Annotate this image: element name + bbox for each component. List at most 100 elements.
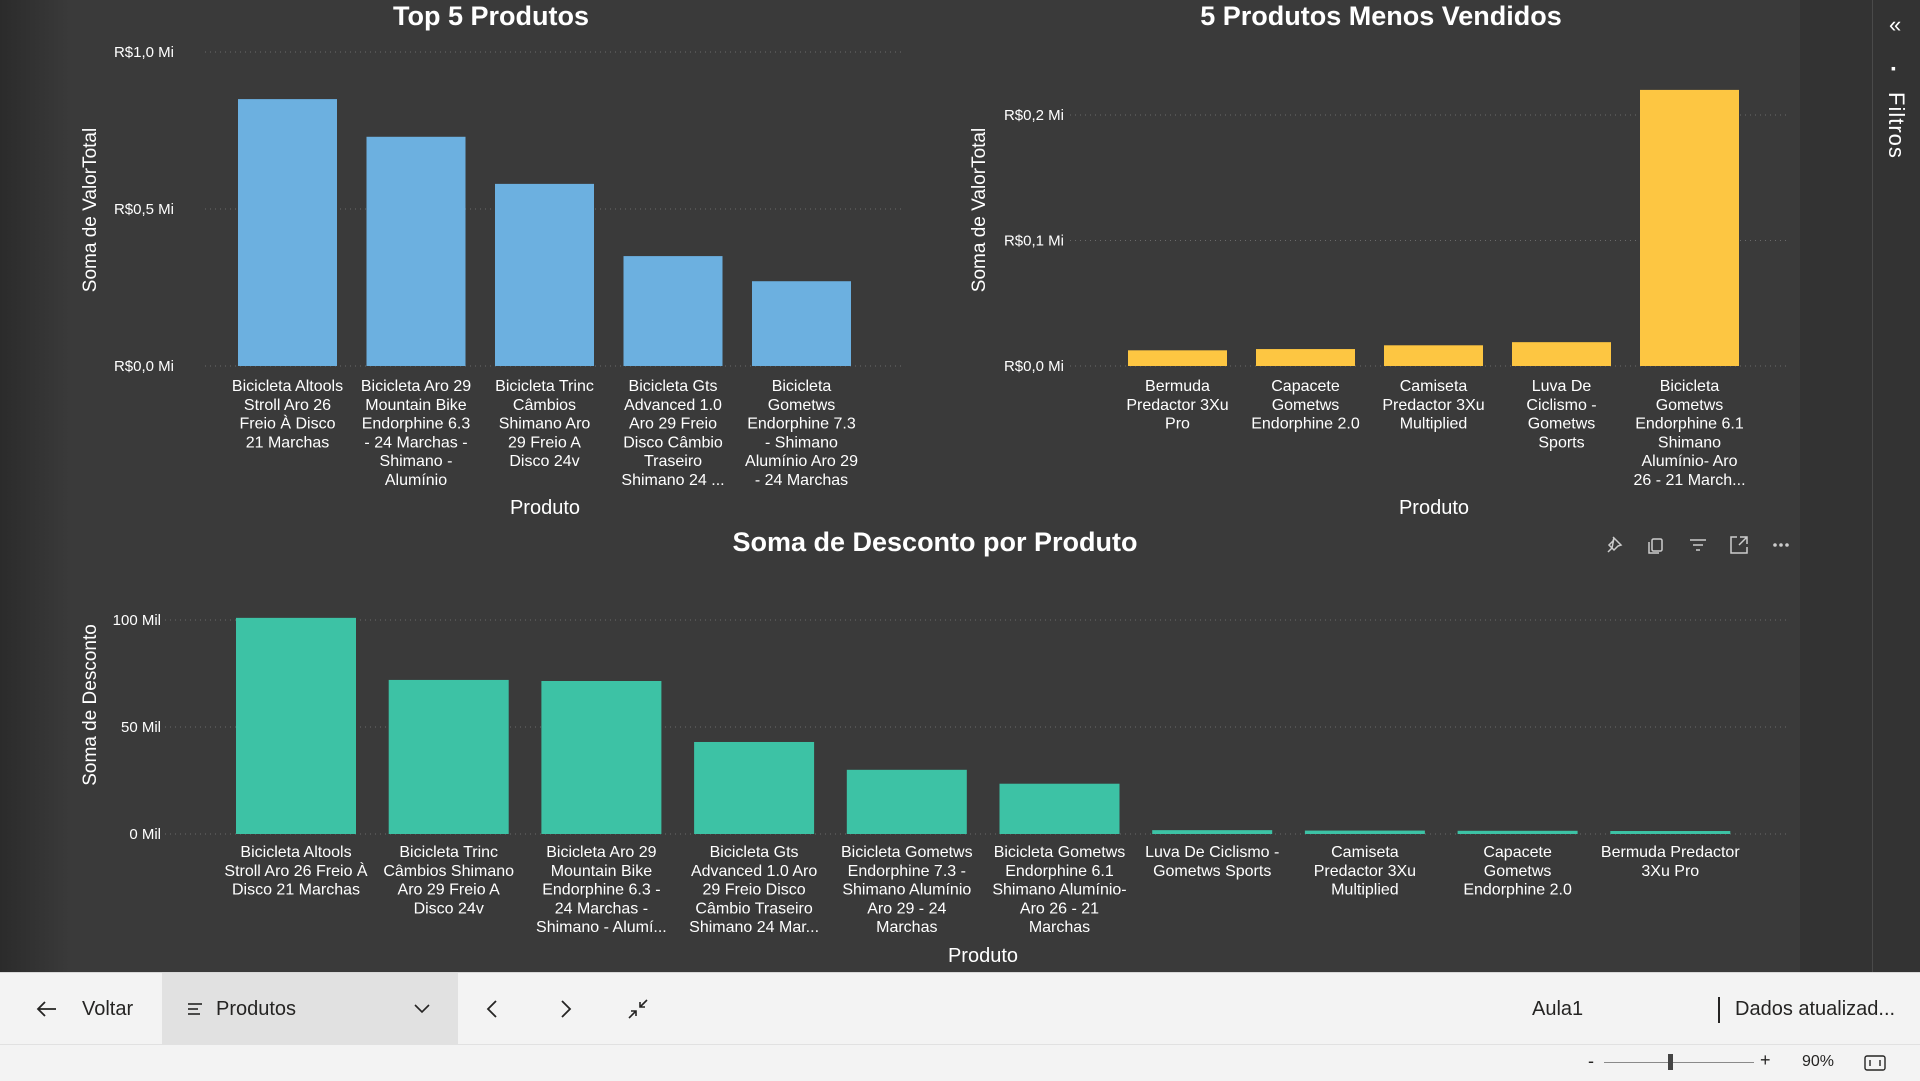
bar[interactable] xyxy=(1152,830,1273,834)
page-selector[interactable]: Produtos xyxy=(162,973,458,1045)
collapse-pane-icon[interactable]: « xyxy=(1889,12,1901,38)
y-ticks: R$0,0 Mi R$0,1 Mi R$0,2 Mi xyxy=(1004,107,1064,375)
x-tick-label: Bicicleta Gts Advanced 1.0 Aro 29 Freio Dis… xyxy=(621,378,724,489)
copy-icon[interactable] xyxy=(1648,538,1663,554)
bar[interactable] xyxy=(1384,345,1483,366)
more-options-icon[interactable] xyxy=(1773,543,1789,547)
bottom-navigation-bar: Voltar Produtos Aula1 Dados atualizad... xyxy=(0,972,1920,1045)
back-label: Voltar xyxy=(82,997,134,1020)
x-tick-label: Bicicleta Gometws Endorphine 7.3- Shimano A… xyxy=(745,378,858,489)
filters-pane[interactable]: « ▪ Filtros xyxy=(1872,0,1920,972)
arrow-left-icon xyxy=(36,1001,56,1017)
chart-title: Soma de Desconto por Produto xyxy=(732,527,1137,557)
x-tick-label: Camiseta Predactor 3Xu Multiplied xyxy=(1382,378,1484,433)
bar[interactable] xyxy=(238,99,337,366)
y-tick-label: R$0,5 Mi xyxy=(114,201,174,218)
x-tick-label: Bicicleta Trinc Câmbios Shimano Aro 29 Fre… xyxy=(383,844,514,917)
bar[interactable] xyxy=(366,136,466,366)
x-tick-label: Bicicleta Trinc Câmbios Shimano Aro 29 Frei… xyxy=(495,378,594,470)
x-axis-title: Produto xyxy=(510,497,580,519)
bar[interactable] xyxy=(752,281,851,366)
data-refresh-status[interactable]: Dados atualizad... xyxy=(1735,973,1895,1045)
zoom-slider-thumb[interactable] xyxy=(1668,1054,1673,1070)
next-page-button[interactable] xyxy=(560,973,572,1045)
discount-by-product-chart[interactable]: Soma de Desconto por Produto Soma de Des… xyxy=(80,527,1790,967)
zoom-slider[interactable] xyxy=(1604,1062,1754,1063)
bar[interactable] xyxy=(495,183,594,366)
bar[interactable] xyxy=(999,783,1120,834)
chart-title: Top 5 Produtos xyxy=(393,1,589,31)
x-tick-label: Bicicleta Altools Stroll Aro 26 Freio À Di… xyxy=(232,378,343,451)
x-tick-label: Bicicleta Aro 29 Mountain Bike Endorphine … xyxy=(361,378,471,489)
least-sold-products-chart[interactable]: 5 Produtos Menos Vendidos Soma de ValorT… xyxy=(969,1,1790,519)
y-axis-title: Soma de Desconto xyxy=(80,624,101,786)
bar[interactable] xyxy=(1457,830,1578,834)
y-tick-label: 100 Mil xyxy=(113,612,161,629)
chart-title: 5 Produtos Menos Vendidos xyxy=(1200,1,1562,31)
bars xyxy=(236,617,1731,834)
x-tick-label: Bicicleta Altools Stroll Aro 26 Freio À Di… xyxy=(224,844,368,899)
visual-header xyxy=(1607,536,1789,554)
top-products-chart[interactable]: Top 5 Produtos Soma de ValorTotal Produt… xyxy=(80,1,905,519)
y-ticks: 0 Mil 50 Mil 100 Mil xyxy=(113,612,161,843)
x-tick-label: Luva De Ciclismo -Gometws Sports xyxy=(1145,844,1279,880)
pin-icon[interactable] xyxy=(1607,536,1623,553)
zoom-out-button[interactable]: - xyxy=(1588,1051,1594,1072)
page-name: Produtos xyxy=(216,997,297,1020)
divider xyxy=(1718,997,1720,1023)
x-labels: Bermuda Predactor 3Xu Pro Capacete Gometws En… xyxy=(1126,378,1745,489)
bar[interactable] xyxy=(623,256,723,366)
previous-page-button[interactable] xyxy=(486,973,498,1045)
chevron-left-icon xyxy=(486,1000,497,1018)
x-tick-label: Bermuda Predactor 3Xu Pro xyxy=(1126,378,1228,433)
bar[interactable] xyxy=(1256,349,1355,366)
fit-to-page-icon[interactable] xyxy=(1864,1055,1886,1071)
zoom-in-button[interactable]: + xyxy=(1760,1050,1771,1071)
y-tick-label: R$0,1 Mi xyxy=(1004,233,1064,250)
y-tick-label: R$0,0 Mi xyxy=(114,358,174,375)
bars xyxy=(238,99,851,366)
focus-mode-icon[interactable] xyxy=(1730,536,1748,554)
bar[interactable] xyxy=(846,769,967,834)
y-tick-label: R$0,2 Mi xyxy=(1004,107,1064,124)
bar[interactable] xyxy=(1610,831,1731,834)
back-button[interactable]: Voltar xyxy=(36,973,133,1045)
status-bar: - + 90% xyxy=(0,1044,1920,1081)
x-labels: Bicicleta Altools Stroll Aro 26 Freio À Di… xyxy=(232,378,858,489)
x-tick-label: Camiseta Predactor 3Xu Multiplied xyxy=(1314,844,1416,899)
y-axis-title: Soma de ValorTotal xyxy=(969,128,990,292)
bar[interactable] xyxy=(236,617,356,834)
x-axis-title: Produto xyxy=(948,945,1018,967)
x-tick-label: Bicicleta Gts Advanced 1.0 Aro 29 Freio Di… xyxy=(689,844,819,936)
y-tick-label: R$0,0 Mi xyxy=(1004,358,1064,375)
x-labels: Bicicleta Altools Stroll Aro 26 Freio À Di… xyxy=(224,844,1740,936)
y-tick-label: R$1,0 Mi xyxy=(114,44,174,61)
charts-svg: Top 5 Produtos Soma de ValorTotal Produt… xyxy=(80,1,1790,967)
zoom-level[interactable]: 90% xyxy=(1802,1053,1834,1071)
bar[interactable] xyxy=(1640,89,1739,367)
x-axis-title: Produto xyxy=(1399,497,1469,519)
report-canvas: Top 5 Produtos Soma de ValorTotal Produt… xyxy=(0,0,1920,972)
x-tick-label: Capacete Gometws Endorphine 2.0 xyxy=(1463,844,1572,899)
exit-fullscreen-button[interactable] xyxy=(628,973,648,1045)
report-name: Aula1 xyxy=(1532,997,1584,1020)
y-tick-label: 50 Mil xyxy=(121,719,161,736)
chevron-down-icon xyxy=(414,1004,430,1014)
page-list-icon xyxy=(188,1003,202,1015)
filter-bars-icon: ▪ xyxy=(1891,60,1896,76)
x-tick-label: Luva De Ciclismo -Gometws Sports xyxy=(1526,378,1596,451)
bar[interactable] xyxy=(541,680,662,834)
x-tick-label: Bicicleta Aro 29 Mountain Bike Endorphine … xyxy=(536,844,667,936)
bar[interactable] xyxy=(1304,830,1425,834)
x-tick-label: Bicicleta Gometws Endorphine 6.1 Shimano Alu… xyxy=(1633,378,1745,489)
filters-label[interactable]: Filtros xyxy=(1883,92,1909,159)
x-tick-label: Capacete Gometws Endorphine 2.0 xyxy=(1251,378,1360,433)
bar[interactable] xyxy=(388,679,509,834)
bar[interactable] xyxy=(1512,342,1611,366)
filter-icon[interactable] xyxy=(1690,539,1706,551)
x-tick-label: Bicicleta Gometws Endorphine 6.1 Shimano A… xyxy=(992,844,1126,936)
bar[interactable] xyxy=(1128,350,1227,366)
bar[interactable] xyxy=(694,741,815,834)
x-tick-label: Bicicleta Gometws Endorphine 7.3 -Shimano… xyxy=(841,844,973,936)
collapse-icon xyxy=(628,999,648,1019)
